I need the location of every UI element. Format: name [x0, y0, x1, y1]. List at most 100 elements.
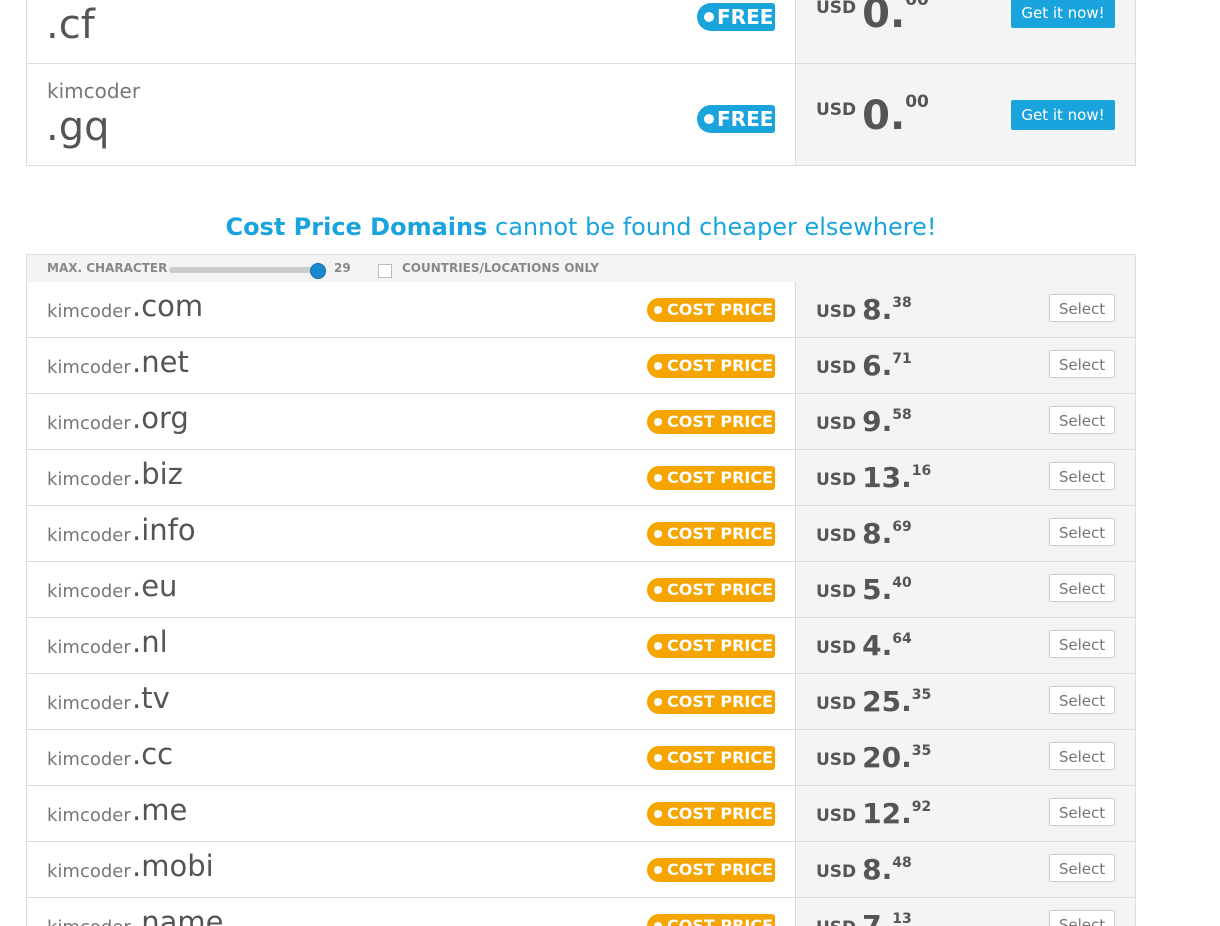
domain-price: USD 7.13 [816, 909, 912, 926]
select-button[interactable]: Select [1049, 798, 1115, 826]
price-integer: 12. [862, 797, 912, 830]
price-decimal: 92 [911, 799, 932, 815]
cost-domain-price-panel: USD 8.38 Select [796, 282, 1135, 337]
price-decimal: 58 [892, 407, 912, 423]
cost-price-badge: COST PRICE [647, 522, 775, 546]
select-button[interactable]: Select [1049, 294, 1115, 322]
cost-price-badge-label: COST PRICE [667, 748, 774, 767]
domain-price: USD 13.16 [816, 461, 931, 494]
cost-domain-info: kimcoder .eu COST PRICE [27, 562, 796, 617]
domain-tld: .mobi [132, 849, 214, 883]
cost-price-badge-label: COST PRICE [667, 412, 774, 431]
price-integer: 20. [862, 741, 912, 774]
cost-price-badge: COST PRICE [647, 858, 775, 882]
cost-price-badge-label: COST PRICE [667, 804, 774, 823]
domain-name: kimcoder [47, 861, 131, 882]
free-domain-info: .cf FREE [27, 0, 796, 63]
domain-tld: .org [132, 401, 189, 435]
price-currency: USD [816, 0, 857, 18]
cost-domain-price-panel: USD 4.64 Select [796, 618, 1135, 673]
domain-name: kimcoder [47, 413, 131, 434]
countries-only-label[interactable]: COUNTRIES/LOCATIONS ONLY [402, 261, 599, 275]
price-decimal: 69 [892, 519, 912, 535]
domain-tld: .me [132, 793, 188, 827]
free-badge-label: FREE [717, 5, 774, 29]
cost-domain-price-panel: USD 9.58 Select [796, 394, 1135, 449]
select-button[interactable]: Select [1049, 630, 1115, 658]
badge-dot-icon [654, 866, 662, 874]
price-currency: USD [816, 100, 857, 120]
domain-name: kimcoder [47, 357, 131, 378]
badge-dot-icon [654, 362, 662, 370]
price-currency: USD [816, 918, 856, 926]
price-currency: USD [816, 358, 857, 378]
cost-price-badge: COST PRICE [647, 746, 775, 770]
countries-only-checkbox[interactable] [378, 264, 392, 278]
domain-tld: .cc [132, 737, 174, 771]
get-it-now-button[interactable]: Get it now! [1011, 0, 1115, 28]
price-integer: 6. [862, 349, 893, 382]
domain-price: USD 8.69 [816, 517, 912, 550]
free-domain-info: kimcoder .gq FREE [27, 64, 796, 165]
page: .cf FREE USD 0.00 Get it now! kimcoder .g… [0, 0, 1220, 926]
price-decimal: 38 [892, 295, 912, 311]
select-button[interactable]: Select [1049, 462, 1115, 490]
select-button[interactable]: Select [1049, 854, 1115, 882]
cost-domain-row: kimcoder .org COST PRICE USD 9.58 Select [27, 394, 1135, 450]
free-domain-row: kimcoder .gq FREE USD 0.00 Get it now! [27, 63, 1135, 165]
cost-price-badge-label: COST PRICE [667, 916, 774, 926]
price-integer: 4. [862, 629, 893, 662]
domain-name: kimcoder [47, 917, 131, 926]
select-button[interactable]: Select [1049, 910, 1115, 926]
select-button[interactable]: Select [1049, 742, 1115, 770]
domain-tld: .name [132, 905, 224, 926]
domain-price: USD 6.71 [816, 349, 912, 382]
price-decimal: 64 [892, 631, 912, 647]
price-currency: USD [816, 862, 857, 882]
cost-price-badge-label: COST PRICE [667, 468, 774, 487]
cost-price-badge: COST PRICE [647, 690, 775, 714]
slider-handle[interactable] [310, 263, 326, 279]
cost-domain-row: kimcoder .nl COST PRICE USD 4.64 Select [27, 618, 1135, 674]
price-integer: 25. [862, 685, 912, 718]
select-button[interactable]: Select [1049, 350, 1115, 378]
cost-domain-info: kimcoder .cc COST PRICE [27, 730, 796, 785]
cost-domain-info: kimcoder .net COST PRICE [27, 338, 796, 393]
get-it-now-button[interactable]: Get it now! [1011, 100, 1115, 130]
cost-price-badge-label: COST PRICE [667, 860, 774, 879]
max-character-slider[interactable] [169, 267, 319, 273]
domain-tld: .nl [132, 625, 168, 659]
domain-name: kimcoder [47, 749, 131, 770]
cost-price-badge: COST PRICE [647, 298, 775, 322]
select-button[interactable]: Select [1049, 574, 1115, 602]
price-currency: USD [816, 470, 857, 490]
cost-domain-info: kimcoder .com COST PRICE [27, 282, 796, 337]
cost-price-badge: COST PRICE [647, 410, 775, 434]
price-decimal: 48 [892, 855, 912, 871]
cost-price-badge-label: COST PRICE [667, 356, 774, 375]
price-decimal: 00 [905, 0, 929, 10]
price-integer: 0. [862, 0, 906, 37]
price-decimal: 71 [892, 351, 912, 367]
cost-domain-price-panel: USD 5.40 Select [796, 562, 1135, 617]
cost-price-badge: COST PRICE [647, 802, 775, 826]
domain-name: kimcoder [47, 637, 131, 658]
free-domain-row: .cf FREE USD 0.00 Get it now! [27, 0, 1135, 63]
price-integer: 13. [862, 461, 912, 494]
select-button[interactable]: Select [1049, 518, 1115, 546]
cost-domain-info: kimcoder .me COST PRICE [27, 786, 796, 841]
select-button[interactable]: Select [1049, 406, 1115, 434]
domain-name: kimcoder [47, 525, 131, 546]
domain-price: USD 8.38 [816, 293, 912, 326]
price-integer: 8. [862, 293, 893, 326]
free-domain-price-panel: USD 0.00 Get it now! [796, 0, 1135, 63]
cost-domain-row: kimcoder .info COST PRICE USD 8.69 Select [27, 506, 1135, 562]
cost-domain-row: kimcoder .mobi COST PRICE USD 8.48 Select [27, 842, 1135, 898]
cost-price-badge-label: COST PRICE [667, 580, 774, 599]
cost-domain-price-panel: USD 12.92 Select [796, 786, 1135, 841]
cost-domains-table: kimcoder .com COST PRICE USD 8.38 Select kimco… [26, 282, 1136, 926]
cost-domain-row: kimcoder.name COST PRICE USD 7.13 Select [27, 898, 1135, 926]
select-button[interactable]: Select [1049, 686, 1115, 714]
domain-price: USD 12.92 [816, 797, 931, 830]
cost-domain-row: kimcoder .biz COST PRICE USD 13.16 Select [27, 450, 1135, 506]
